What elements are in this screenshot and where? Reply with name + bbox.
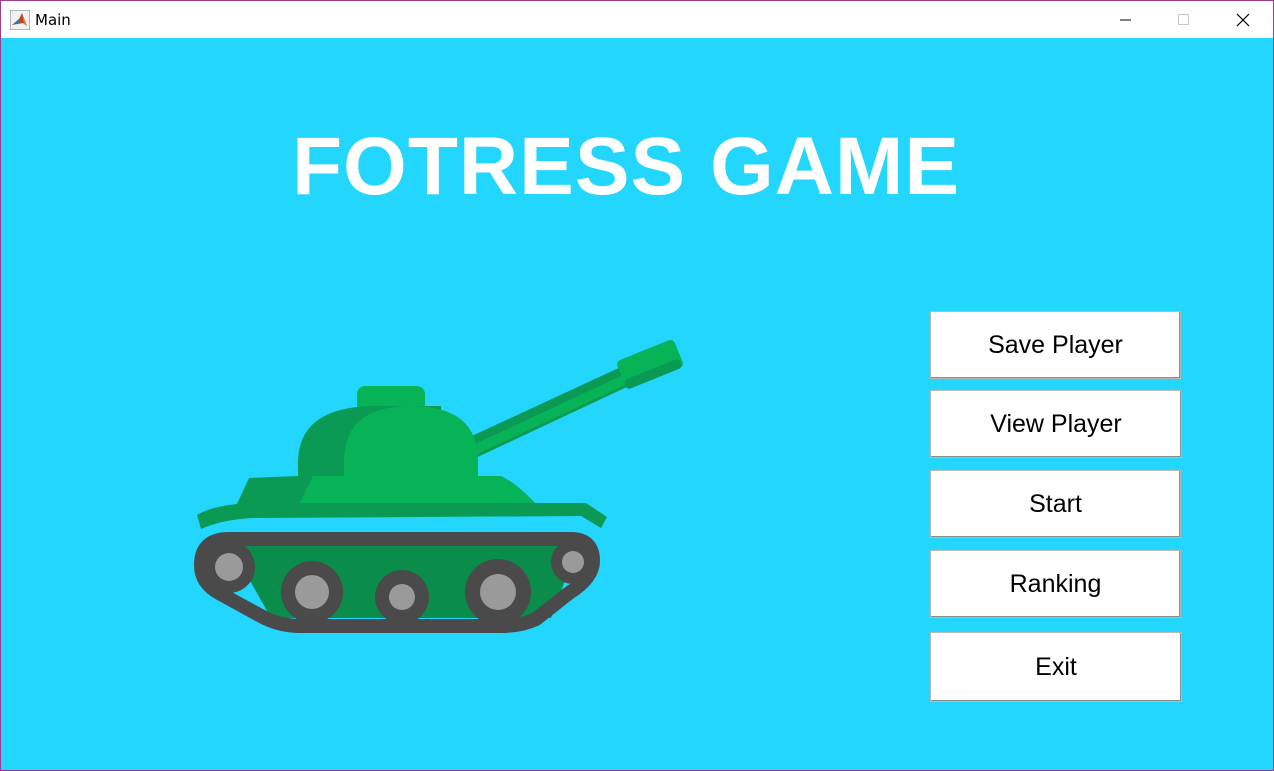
close-button[interactable]: [1214, 1, 1272, 38]
exit-button[interactable]: Exit: [930, 632, 1182, 702]
maximize-button[interactable]: [1155, 1, 1213, 38]
view-player-button[interactable]: View Player: [930, 390, 1182, 458]
maximize-icon: [1178, 13, 1189, 25]
matlab-icon: [10, 10, 30, 30]
start-button[interactable]: Start: [930, 470, 1181, 538]
minimize-icon: [1120, 19, 1131, 20]
window-title: Main: [35, 11, 71, 29]
close-icon: [1236, 13, 1250, 26]
ranking-button[interactable]: Ranking: [930, 550, 1181, 618]
game-title: FOTRESS GAME: [291, 121, 961, 212]
save-player-button[interactable]: Save Player: [930, 311, 1181, 379]
tank-icon: [194, 339, 683, 633]
title-bar[interactable]: Main: [1, 1, 1273, 38]
game-menu-panel: FOTRESS GAME Save Player View Player Sta…: [1, 38, 1273, 770]
minimize-button[interactable]: [1097, 1, 1155, 38]
main-window: Main FOTRESS GAME Save Player View Playe…: [0, 0, 1274, 771]
